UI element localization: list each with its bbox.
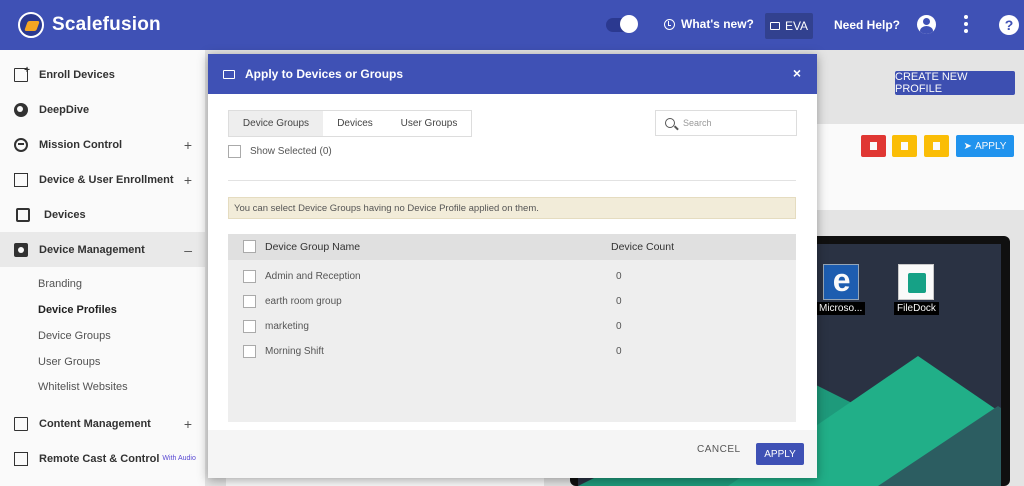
table-row[interactable]: Morning Shift 0 <box>228 339 796 364</box>
brand-name: Scalefusion <box>52 14 161 35</box>
device-count: 0 <box>616 271 622 282</box>
table-row[interactable]: earth room group 0 <box>228 289 796 314</box>
device-groups-table: Device Group Name Device Count Admin and… <box>228 234 796 422</box>
device-count: 0 <box>616 321 622 332</box>
column-header-name: Device Group Name <box>265 241 361 253</box>
top-bar: Scalefusion What's new? EVA Need Help? ? <box>0 0 1024 50</box>
row-checkbox[interactable] <box>243 345 256 358</box>
info-notice: You can select Device Groups having no D… <box>228 197 796 219</box>
row-checkbox[interactable] <box>243 295 256 308</box>
modal-title: Apply to Devices or Groups <box>245 67 404 81</box>
divider <box>228 180 796 181</box>
group-name: earth room group <box>265 296 342 307</box>
group-name: marketing <box>265 321 309 332</box>
show-selected-label: Show Selected (0) <box>250 146 332 157</box>
search-box <box>655 110 797 136</box>
table-row[interactable]: Admin and Reception 0 <box>228 264 796 289</box>
group-name: Admin and Reception <box>265 271 361 282</box>
group-name: Morning Shift <box>265 346 324 357</box>
show-selected: Show Selected (0) <box>228 145 332 158</box>
show-selected-checkbox[interactable] <box>228 145 241 158</box>
search-icon <box>665 118 675 128</box>
table-header: Device Group Name Device Count <box>228 234 796 260</box>
eva-label: EVA <box>784 19 809 33</box>
whats-new-label: What's new? <box>681 17 754 31</box>
brand[interactable]: Scalefusion <box>18 12 161 38</box>
eva-button[interactable]: EVA <box>765 13 813 39</box>
clock-icon <box>664 18 675 30</box>
row-checkbox[interactable] <box>243 320 256 333</box>
need-help-link[interactable]: Need Help? <box>834 18 900 32</box>
scalefusion-logo-icon <box>18 12 44 38</box>
modal-header: Apply to Devices or Groups × <box>208 54 817 94</box>
theme-toggle[interactable] <box>606 15 638 33</box>
cancel-button[interactable]: CANCEL <box>697 444 741 455</box>
select-all-checkbox[interactable] <box>243 240 256 253</box>
tab-devices[interactable]: Devices <box>323 111 387 136</box>
column-header-count: Device Count <box>611 241 675 253</box>
device-count: 0 <box>616 346 622 357</box>
search-input[interactable] <box>683 118 783 128</box>
close-icon[interactable]: × <box>793 65 801 81</box>
devices-icon <box>223 69 235 79</box>
device-count: 0 <box>616 296 622 307</box>
whats-new-link[interactable]: What's new? <box>664 17 754 31</box>
user-account-icon[interactable] <box>917 15 936 34</box>
target-tabs: Device Groups Devices User Groups <box>228 110 472 137</box>
table-row[interactable]: marketing 0 <box>228 314 796 339</box>
tab-user-groups[interactable]: User Groups <box>387 111 471 136</box>
apply-to-devices-modal: Apply to Devices or Groups × Device Grou… <box>208 54 817 478</box>
row-checkbox[interactable] <box>243 270 256 283</box>
help-icon[interactable]: ? <box>999 15 1019 35</box>
tab-device-groups[interactable]: Device Groups <box>229 111 323 136</box>
chat-icon <box>769 22 780 30</box>
more-vert-icon[interactable] <box>964 15 968 35</box>
apply-button[interactable]: APPLY <box>756 443 804 465</box>
